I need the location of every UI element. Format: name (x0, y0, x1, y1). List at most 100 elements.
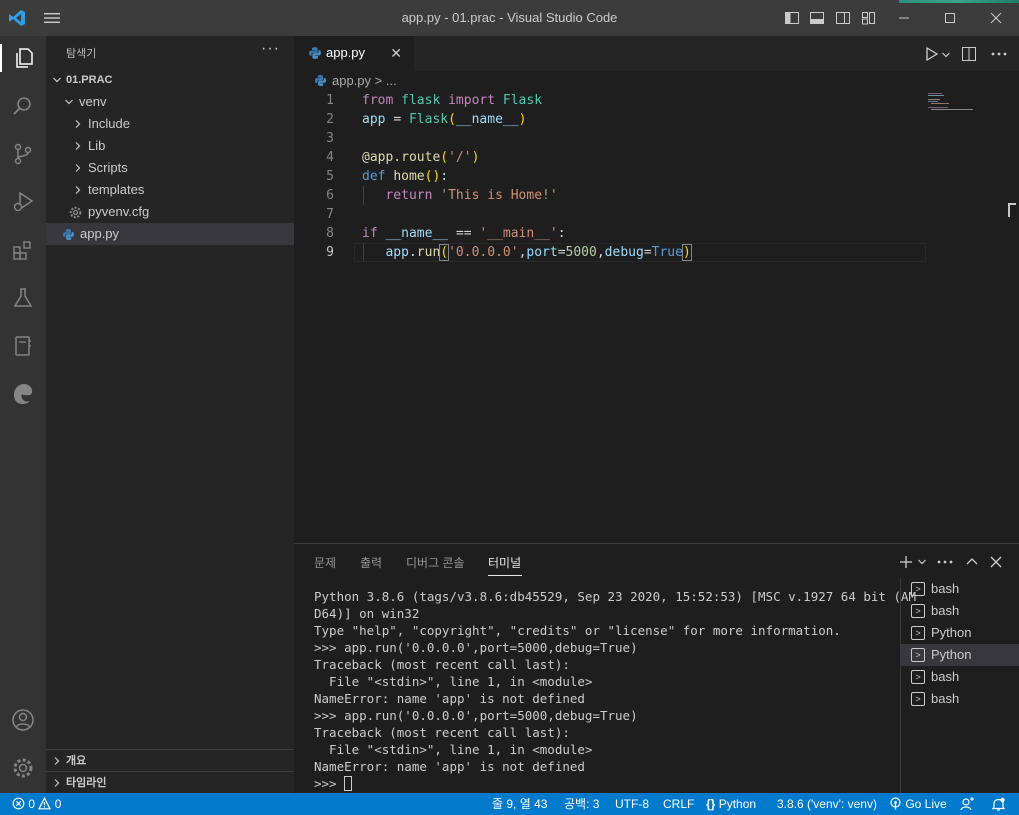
terminal-line: NameError: name 'app' is not defined (314, 691, 585, 706)
terminal-icon: > (911, 626, 925, 640)
breadcrumb-file[interactable]: app.py > ... (332, 71, 397, 91)
chevron-right-icon (75, 186, 81, 194)
problems-status[interactable]: 0 0 (12, 793, 61, 815)
minimize-button[interactable] (881, 0, 927, 36)
terminal-output[interactable]: Python 3.8.6 (tags/v3.8.6:db45529, Sep 2… (314, 588, 917, 792)
tree-folder-lib[interactable]: Lib (46, 135, 294, 157)
terminal-item-python[interactable]: > Python (901, 622, 1019, 644)
python-interpreter[interactable]: 3.8.6 ('venv': venv) (777, 793, 877, 815)
chevron-down-icon[interactable] (917, 557, 927, 567)
warning-icon (38, 796, 52, 810)
terminal-item-label: bash (931, 691, 960, 706)
more-actions-icon[interactable] (989, 44, 1009, 64)
maximize-button[interactable] (927, 0, 973, 36)
go-live-label: Go Live (905, 797, 947, 811)
indentation-status[interactable]: 공백: 3 (564, 793, 599, 815)
tab-output[interactable]: 출력 (360, 554, 382, 571)
breadcrumb-ellipsis[interactable]: > ... (371, 73, 397, 88)
testing-activity[interactable] (9, 284, 37, 312)
explorer-activity[interactable] (0, 44, 46, 72)
new-terminal-icon[interactable] (898, 554, 914, 570)
go-live-button[interactable]: Go Live (889, 793, 947, 815)
encoding-status[interactable]: UTF-8 (615, 793, 649, 815)
terminal-item-bash[interactable]: > bash (901, 578, 1019, 600)
error-count: 0 (28, 797, 36, 811)
terminal-item-bash[interactable]: > bash (901, 666, 1019, 688)
edge-devtools-activity[interactable] (9, 380, 37, 408)
run-python-icon[interactable] (925, 46, 939, 62)
outline-section[interactable]: 개요 (46, 749, 294, 771)
terminal-line: D64)] on win32 (314, 606, 420, 621)
source-control-activity[interactable] (9, 140, 37, 168)
line-number: 8 (326, 226, 334, 241)
line-number-active: 9 (326, 245, 334, 260)
language-mode[interactable]: {} Python (706, 793, 756, 815)
tree-file-app-py[interactable]: app.py (46, 223, 294, 245)
maximize-icon (945, 13, 955, 23)
code-line-6: return 'This is Home!' (385, 188, 558, 203)
run-debug-activity[interactable] (9, 188, 37, 216)
terminal-item-label: Python (931, 647, 972, 662)
chevron-right-icon (54, 757, 60, 765)
eol-status[interactable]: CRLF (663, 793, 694, 815)
terminal-line: Python 3.8.6 (tags/v3.8.6:db45529, Sep 2… (314, 589, 917, 604)
python-file-icon (315, 75, 326, 86)
code-editor[interactable]: 1 2 3 4 5 6 7 8 9 from flask import Flas… (294, 91, 1019, 543)
language-label: Python (718, 797, 757, 811)
toggle-panel-icon[interactable] (809, 10, 825, 26)
search-activity[interactable] (9, 92, 37, 120)
notifications-bell-icon[interactable] (991, 797, 1006, 812)
terminal-cursor (344, 776, 353, 791)
status-bar: 0 0 줄 9, 열 43 공백: 3 UTF-8 CRLF {} Python… (0, 793, 1019, 815)
minimap[interactable] (928, 91, 986, 121)
tab-debug-console[interactable]: 디버그 콘솔 (406, 554, 465, 571)
tree-root-01prac[interactable]: 01.PRAC (46, 69, 294, 91)
accounts-activity[interactable] (9, 706, 37, 734)
code-line-4: @app.route('/') (362, 150, 480, 165)
terminal-line: Type "help", "copyright", "credits" or "… (314, 623, 841, 638)
chevron-down-icon[interactable] (941, 50, 951, 60)
tree-folder-scripts[interactable]: Scripts (46, 157, 294, 179)
line-number: 3 (326, 131, 334, 146)
extensions-activity[interactable] (9, 236, 37, 264)
explorer-title: 탐색기 (66, 48, 97, 60)
tree-folder-venv[interactable]: venv (46, 91, 294, 113)
timeline-section[interactable]: 타임라인 (46, 771, 294, 793)
terminal-item-python-selected[interactable]: > Python (901, 644, 1019, 666)
editor-tab-bar: app.py ✕ (294, 36, 1019, 71)
tree-label: Scripts (88, 160, 128, 175)
tree-folder-include[interactable]: Include (46, 113, 294, 135)
notebook-activity[interactable] (9, 332, 37, 360)
more-actions-icon[interactable] (935, 552, 955, 572)
tree-file-pyvenv-cfg[interactable]: pyvenv.cfg (46, 201, 294, 223)
chevron-up-icon[interactable] (965, 555, 979, 569)
tab-terminal[interactable]: 터미널 (488, 554, 521, 571)
chevron-down-icon (53, 77, 61, 83)
terminal-item-bash[interactable]: > bash (901, 688, 1019, 710)
tab-app-py[interactable]: app.py ✕ (294, 36, 414, 71)
line-number: 1 (326, 93, 334, 108)
toggle-sidebar-icon[interactable] (784, 10, 800, 26)
files-icon (16, 48, 33, 68)
split-editor-icon[interactable] (961, 46, 977, 62)
tab-problems[interactable]: 문제 (314, 554, 336, 571)
run-debug-icon (13, 191, 34, 212)
toggle-secondary-sidebar-icon[interactable] (835, 10, 851, 26)
manage-activity[interactable] (9, 754, 37, 782)
explorer-sidebar: 탐색기 ··· 01.PRAC venv Include Lib Scripts… (46, 36, 294, 793)
tree-folder-templates[interactable]: templates (46, 179, 294, 201)
feedback-icon[interactable] (960, 797, 975, 812)
terminal-list: > bash > bash > Python > Python > bash > bash (900, 578, 1019, 794)
terminal-prompt-line[interactable]: >>> (314, 775, 884, 792)
explorer-more-button[interactable]: ··· (261, 40, 280, 58)
terminal-item-bash[interactable]: > bash (901, 600, 1019, 622)
close-panel-icon[interactable] (989, 555, 1003, 569)
code-line-5: def home(): (362, 169, 449, 184)
close-window-button[interactable] (973, 0, 1019, 36)
source-control-icon (14, 143, 32, 165)
customize-layout-icon[interactable] (861, 10, 877, 26)
tree-label: templates (88, 182, 145, 197)
tab-close-button[interactable]: ✕ (390, 45, 402, 62)
cursor-position[interactable]: 줄 9, 열 43 (492, 793, 547, 815)
terminal-item-label: bash (931, 669, 960, 684)
